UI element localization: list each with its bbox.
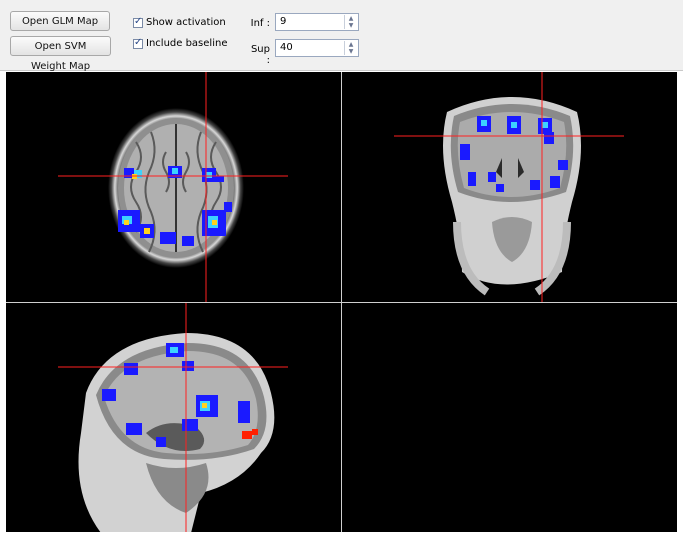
spin-down-icon[interactable]: ▼: [345, 22, 357, 29]
spin-down-icon[interactable]: ▼: [345, 48, 357, 55]
inf-label: Inf :: [250, 18, 270, 29]
spin-arrows[interactable]: ▲ ▼: [344, 15, 357, 29]
brain-viewer[interactable]: [6, 72, 677, 532]
show-activation-checkbox[interactable]: Show activation: [133, 16, 226, 28]
show-activation-label: Show activation: [146, 17, 226, 28]
checkbox-icon[interactable]: [133, 37, 143, 49]
include-baseline-label: Include baseline: [146, 38, 228, 49]
include-baseline-checkbox[interactable]: Include baseline: [133, 37, 228, 49]
coronal-view[interactable]: [342, 72, 677, 302]
sagittal-brain-image: [58, 303, 288, 532]
axial-view[interactable]: [6, 72, 341, 302]
sagittal-view[interactable]: [6, 303, 341, 532]
sup-label: Sup :: [250, 44, 270, 66]
open-glm-map-button[interactable]: Open GLM Map: [10, 11, 110, 31]
toolbar: Open GLM Map Open SVM Weight Map Show ac…: [0, 0, 683, 72]
spin-arrows[interactable]: ▲ ▼: [344, 41, 357, 55]
axial-brain-image: [58, 72, 288, 302]
empty-view[interactable]: [342, 303, 677, 532]
open-svm-weight-map-button[interactable]: Open SVM Weight Map: [10, 36, 111, 72]
sup-value[interactable]: 40: [280, 42, 293, 53]
spin-up-icon[interactable]: ▲: [345, 41, 357, 48]
spin-up-icon[interactable]: ▲: [345, 15, 357, 22]
checkbox-icon[interactable]: [133, 16, 143, 28]
inf-spinbox[interactable]: 9 ▲ ▼: [275, 13, 359, 31]
sup-spinbox[interactable]: 40 ▲ ▼: [275, 39, 359, 57]
pane-divider-horizontal: [6, 302, 677, 303]
inf-value[interactable]: 9: [280, 16, 286, 27]
coronal-brain-image: [394, 72, 624, 302]
